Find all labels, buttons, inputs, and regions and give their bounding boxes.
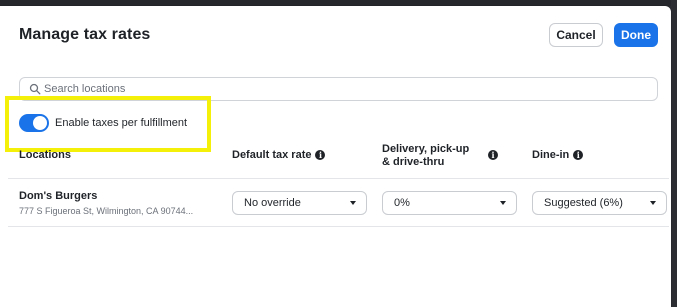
- toggle-knob: [33, 116, 47, 130]
- info-icon[interactable]: i: [488, 150, 498, 160]
- info-icon[interactable]: i: [573, 150, 584, 161]
- select-value: Suggested (6%): [544, 197, 623, 209]
- search-icon: [29, 83, 41, 95]
- column-header-label: Delivery, pick-up & drive-thru: [382, 143, 470, 168]
- location-name: Dom's Burgers: [19, 190, 98, 202]
- backdrop-edge: [671, 0, 677, 307]
- search-box[interactable]: [19, 77, 658, 101]
- fulfillment-toggle-row: Enable taxes per fulfillment: [19, 113, 187, 133]
- column-header-label: Default tax rate: [232, 149, 312, 161]
- modal-title: Manage tax rates: [19, 26, 151, 43]
- row-divider: [8, 226, 669, 227]
- cancel-button[interactable]: Cancel: [549, 23, 603, 47]
- search-input[interactable]: [44, 80, 644, 98]
- default-tax-rate-select[interactable]: No override: [232, 191, 367, 215]
- done-button[interactable]: Done: [614, 23, 658, 47]
- chevron-down-icon: [500, 201, 506, 205]
- select-value: 0%: [394, 197, 410, 209]
- location-address: 777 S Figueroa St, Wilmington, CA 90744.…: [19, 206, 194, 216]
- chevron-down-icon: [650, 201, 656, 205]
- info-icon[interactable]: i: [315, 150, 326, 161]
- enable-taxes-toggle[interactable]: [19, 114, 49, 132]
- header-divider: [8, 178, 669, 179]
- column-header-dine-in: Dine-in i: [532, 149, 584, 162]
- column-header-label: Dine-in: [532, 149, 570, 161]
- column-header-delivery: Delivery, pick-up & drive-thru: [382, 143, 480, 169]
- dine-in-tax-rate-select[interactable]: Suggested (6%): [532, 191, 667, 215]
- delivery-tax-rate-select[interactable]: 0%: [382, 191, 517, 215]
- toggle-label: Enable taxes per fulfillment: [55, 117, 188, 129]
- select-value: No override: [244, 197, 301, 209]
- chevron-down-icon: [350, 201, 356, 205]
- column-header-default-tax-rate: Default tax rate i: [232, 149, 326, 162]
- column-header-locations: Locations: [19, 149, 71, 161]
